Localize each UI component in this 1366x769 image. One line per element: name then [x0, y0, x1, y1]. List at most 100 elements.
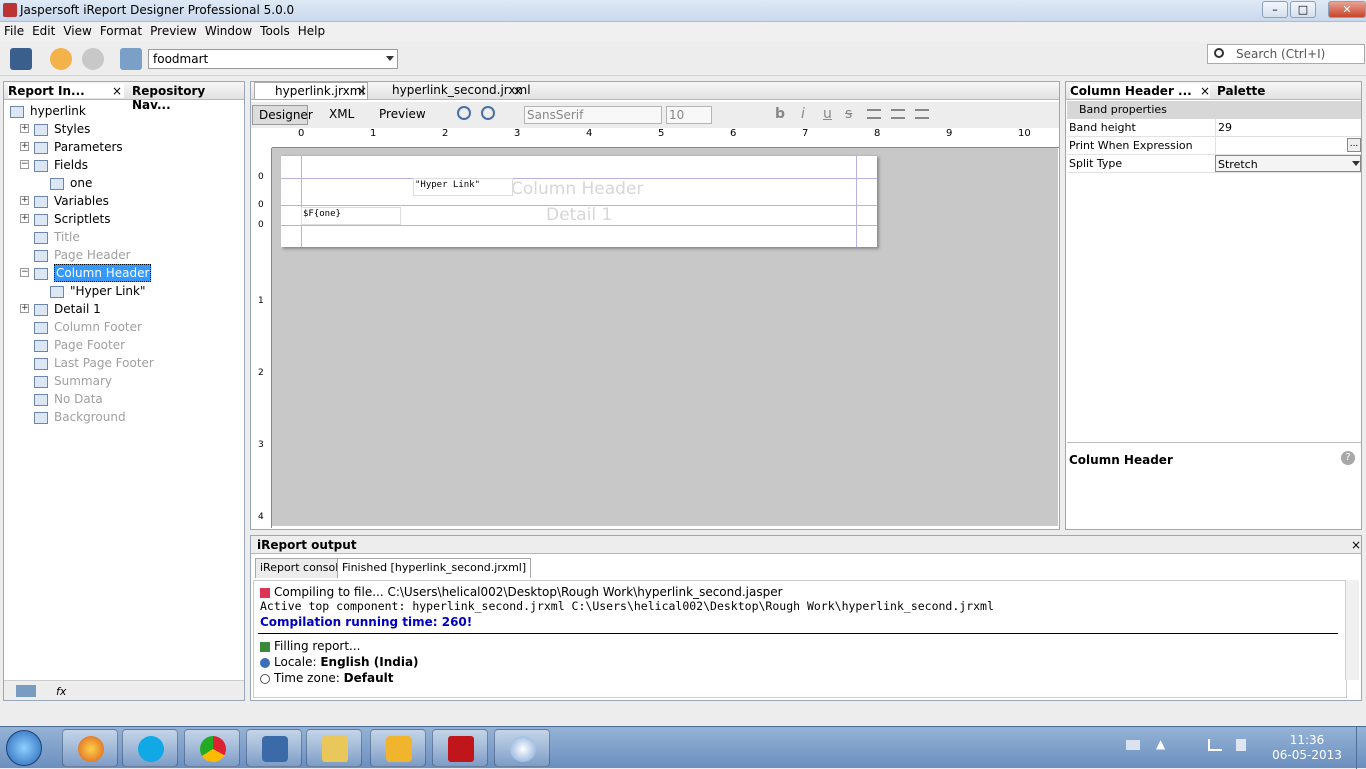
- menu-edit[interactable]: Edit: [28, 22, 59, 40]
- menu-preview[interactable]: Preview: [146, 22, 201, 40]
- mode-designer-button[interactable]: Designer: [252, 105, 313, 125]
- tab-ireport-console[interactable]: iReport console: [255, 558, 351, 578]
- tray-expand-icon[interactable]: ▲: [1156, 737, 1165, 751]
- mode-preview-button[interactable]: Preview: [379, 107, 426, 121]
- expand-icon[interactable]: +: [20, 304, 29, 313]
- explorer-taskbar-button[interactable]: [306, 729, 362, 767]
- expand-icon[interactable]: +: [20, 196, 29, 205]
- keyboard-icon[interactable]: [1126, 740, 1140, 750]
- tree-item[interactable]: + Detail 1: [20, 300, 101, 318]
- zoom-in-icon[interactable]: [457, 106, 471, 120]
- help-icon[interactable]: ?: [1341, 451, 1355, 465]
- chrome-taskbar-button[interactable]: [184, 729, 240, 767]
- menu-view[interactable]: View: [59, 22, 95, 40]
- align-left-icon[interactable]: [867, 109, 881, 119]
- tab-column-header-properties[interactable]: Column Header ...: [1070, 84, 1210, 98]
- console-line-locale: Locale: English (India): [260, 655, 419, 670]
- ellipsis-button[interactable]: ...: [1347, 138, 1361, 152]
- bold-icon[interactable]: b: [775, 106, 785, 122]
- tree-item[interactable]: + Variables: [20, 192, 109, 210]
- report-page[interactable]: Column Header Detail 1 "Hyper Link" $F{o…: [281, 155, 877, 247]
- align-right-icon[interactable]: [915, 109, 929, 119]
- tab-hyperlink-close-icon[interactable]: ×: [357, 84, 367, 98]
- tree-item[interactable]: Last Page Footer: [34, 354, 154, 372]
- tree-item[interactable]: + Parameters: [20, 138, 123, 156]
- collapse-icon[interactable]: −: [20, 160, 29, 169]
- tree-item[interactable]: Title: [34, 228, 80, 246]
- collapse-icon[interactable]: −: [20, 268, 29, 277]
- datasource-icon[interactable]: [120, 48, 142, 70]
- menu-file[interactable]: File: [0, 22, 28, 40]
- volume-icon[interactable]: [1236, 739, 1246, 751]
- show-desktop-button[interactable]: [1356, 727, 1366, 769]
- underline-icon[interactable]: u: [823, 106, 832, 122]
- tree-item[interactable]: Page Header: [34, 246, 131, 264]
- tree-item[interactable]: − Fields: [20, 156, 88, 174]
- hyperlink-text-field[interactable]: "Hyper Link": [413, 178, 513, 196]
- menu-tools[interactable]: Tools: [256, 22, 294, 40]
- tree-item[interactable]: Background: [34, 408, 126, 426]
- menu-format[interactable]: Format: [96, 22, 146, 40]
- undo-icon[interactable]: [50, 48, 72, 70]
- font-name-select[interactable]: SansSerif: [524, 106, 662, 124]
- tree-item[interactable]: Summary: [34, 372, 112, 390]
- menu-window[interactable]: Window: [201, 22, 256, 40]
- split-type-select[interactable]: Stretch: [1215, 155, 1361, 172]
- virtualbox-taskbar-button[interactable]: [246, 729, 302, 767]
- start-button[interactable]: [6, 730, 42, 766]
- split-type-row[interactable]: Split Type Stretch: [1067, 155, 1361, 173]
- tree-item[interactable]: "Hyper Link": [50, 282, 146, 300]
- expand-icon[interactable]: +: [20, 214, 29, 223]
- print-when-row[interactable]: Print When Expression...: [1067, 137, 1361, 155]
- taskbar-clock[interactable]: 11:36 06-05-2013: [1272, 733, 1342, 763]
- strikethrough-icon[interactable]: s: [845, 106, 852, 122]
- align-center-icon[interactable]: [891, 109, 905, 119]
- band-properties-section[interactable]: Band properties: [1067, 101, 1361, 119]
- tab-close-icon[interactable]: ×: [112, 84, 122, 98]
- expression-icon[interactable]: fx: [56, 685, 66, 698]
- tree-item[interactable]: No Data: [34, 390, 103, 408]
- band-height-value[interactable]: 29: [1215, 119, 1361, 136]
- tree-item[interactable]: − Column Header: [20, 264, 152, 282]
- tree-item[interactable]: + Styles: [20, 120, 90, 138]
- font-size-select[interactable]: 10: [666, 106, 712, 124]
- zoom-out-icon[interactable]: [481, 106, 495, 120]
- tab-report-inspector[interactable]: Report In...: [8, 84, 124, 98]
- add-icon[interactable]: [16, 685, 36, 697]
- acrobat-taskbar-button[interactable]: [432, 729, 488, 767]
- tab-close-icon[interactable]: ×: [1200, 84, 1210, 98]
- field-one-text-field[interactable]: $F{one}: [301, 207, 401, 225]
- paint-taskbar-button[interactable]: [494, 729, 550, 767]
- expand-icon[interactable]: +: [20, 124, 29, 133]
- firefox-taskbar-button[interactable]: [62, 729, 118, 767]
- skype-taskbar-button[interactable]: [122, 729, 178, 767]
- tree-item[interactable]: + Scriptlets: [20, 210, 110, 228]
- tab-hyperlink-second-close-icon[interactable]: ×: [513, 84, 523, 98]
- tree-item[interactable]: Page Footer: [34, 336, 125, 354]
- close-button[interactable]: ✕: [1328, 1, 1366, 18]
- expand-icon[interactable]: +: [20, 142, 29, 151]
- datasource-select[interactable]: foodmart: [148, 49, 398, 69]
- minimize-button[interactable]: –: [1262, 1, 1288, 18]
- search-input[interactable]: Search (Ctrl+I): [1207, 44, 1365, 64]
- tab-hyperlink[interactable]: hyperlink.jrxml: [254, 82, 368, 100]
- save-all-icon[interactable]: [10, 48, 32, 70]
- redo-icon[interactable]: [82, 48, 104, 70]
- tab-palette[interactable]: Palette: [1217, 84, 1265, 98]
- console-scrollbar[interactable]: [1345, 580, 1359, 680]
- tab-repository-navigator[interactable]: Repository Nav...: [132, 84, 244, 112]
- tree-item[interactable]: hyperlink: [10, 102, 86, 120]
- italic-icon[interactable]: i: [801, 106, 805, 122]
- network-icon[interactable]: [1208, 739, 1222, 751]
- output-close-icon[interactable]: ×: [1351, 538, 1361, 552]
- tab-hyperlink-second[interactable]: hyperlink_second.jrxml: [372, 83, 531, 97]
- tab-finished-output[interactable]: Finished [hyperlink_second.jrxml]: [337, 558, 532, 578]
- tree-item[interactable]: Column Footer: [34, 318, 142, 336]
- maximize-button[interactable]: □: [1290, 1, 1316, 18]
- band-height-row[interactable]: Band height 29: [1067, 119, 1361, 137]
- menu-help[interactable]: Help: [294, 22, 329, 40]
- print-when-value[interactable]: [1215, 137, 1361, 154]
- mode-xml-button[interactable]: XML: [329, 107, 354, 121]
- outlook-taskbar-button[interactable]: [370, 729, 426, 767]
- tree-item[interactable]: one: [50, 174, 92, 192]
